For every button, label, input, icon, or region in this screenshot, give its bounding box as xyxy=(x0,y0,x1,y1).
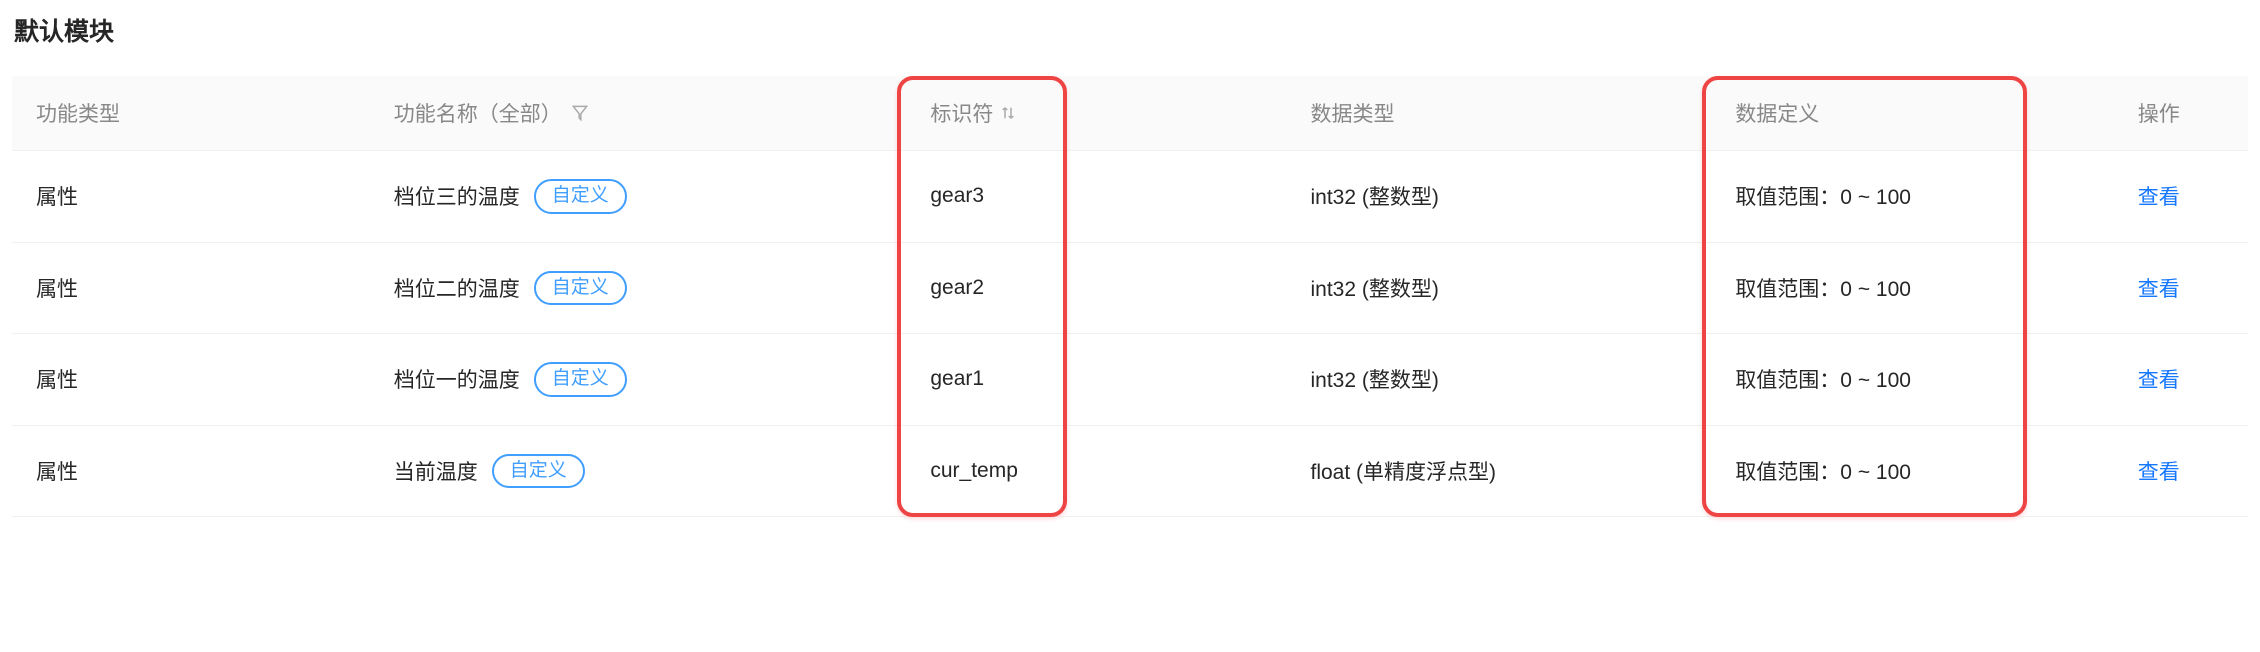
feature-name-text: 档位三的温度 xyxy=(394,181,520,211)
header-name-label: 功能名称（全部） xyxy=(394,98,562,128)
cell-definition: 取值范围：0 ~ 100 xyxy=(1711,151,2113,243)
cell-actions: 查看 xyxy=(2114,334,2248,426)
table-row: 属性档位二的温度自定义 gear2int32 (整数型)取值范围：0 ~ 100 查… xyxy=(12,242,2248,334)
header-datatype-label: 数据类型 xyxy=(1310,103,1394,126)
sort-icon[interactable] xyxy=(999,104,1017,122)
table-header-row: 功能类型 功能名称（全部） 标识符 xyxy=(12,76,2248,151)
cell-name: 档位二的温度自定义 xyxy=(370,242,907,334)
cell-identifier: cur_temp xyxy=(906,425,1286,517)
header-definition-label: 数据定义 xyxy=(1735,103,1819,126)
custom-badge[interactable]: 自定义 xyxy=(534,362,627,397)
view-link[interactable]: 查看 xyxy=(2138,278,2180,301)
cell-datatype: int32 (整数型) xyxy=(1286,334,1711,426)
cell-type: 属性 xyxy=(12,242,370,334)
cell-name: 当前温度自定义 xyxy=(370,425,907,517)
header-identifier-label: 标识符 xyxy=(930,98,993,128)
cell-datatype: int32 (整数型) xyxy=(1286,151,1711,243)
view-link[interactable]: 查看 xyxy=(2138,369,2180,392)
custom-badge[interactable]: 自定义 xyxy=(534,271,627,306)
table-row: 属性当前温度自定义 cur_tempfloat (单精度浮点型)取值范围：0 ~ … xyxy=(12,425,2248,517)
feature-name-text: 档位一的温度 xyxy=(394,364,520,394)
cell-actions: 查看 xyxy=(2114,151,2248,243)
table-container: 功能类型 功能名称（全部） 标识符 xyxy=(12,76,2248,517)
cell-actions: 查看 xyxy=(2114,242,2248,334)
cell-identifier: gear3 xyxy=(906,151,1286,243)
name-wrapper: 档位三的温度自定义 xyxy=(394,179,883,214)
feature-name-text: 档位二的温度 xyxy=(394,273,520,303)
header-type[interactable]: 功能类型 xyxy=(12,76,370,151)
custom-badge[interactable]: 自定义 xyxy=(534,179,627,214)
feature-name-text: 当前温度 xyxy=(394,456,478,486)
cell-definition: 取值范围：0 ~ 100 xyxy=(1711,242,2113,334)
feature-table: 功能类型 功能名称（全部） 标识符 xyxy=(12,76,2248,517)
header-identifier[interactable]: 标识符 xyxy=(906,76,1286,151)
cell-definition: 取值范围：0 ~ 100 xyxy=(1711,425,2113,517)
cell-type: 属性 xyxy=(12,334,370,426)
cell-type: 属性 xyxy=(12,425,370,517)
table-row: 属性档位三的温度自定义 gear3int32 (整数型)取值范围：0 ~ 100 查… xyxy=(12,151,2248,243)
custom-badge[interactable]: 自定义 xyxy=(492,454,585,489)
cell-definition: 取值范围：0 ~ 100 xyxy=(1711,334,2113,426)
header-identifier-content: 标识符 xyxy=(930,98,1017,128)
name-wrapper: 当前温度自定义 xyxy=(394,454,883,489)
name-wrapper: 档位二的温度自定义 xyxy=(394,271,883,306)
header-name-content: 功能名称（全部） xyxy=(394,98,590,128)
cell-name: 档位一的温度自定义 xyxy=(370,334,907,426)
cell-name: 档位三的温度自定义 xyxy=(370,151,907,243)
header-definition[interactable]: 数据定义 xyxy=(1711,76,2113,151)
header-datatype[interactable]: 数据类型 xyxy=(1286,76,1711,151)
cell-identifier: gear2 xyxy=(906,242,1286,334)
name-wrapper: 档位一的温度自定义 xyxy=(394,362,883,397)
cell-type: 属性 xyxy=(12,151,370,243)
header-actions-label: 操作 xyxy=(2138,103,2180,126)
cell-datatype: float (单精度浮点型) xyxy=(1286,425,1711,517)
section-title: 默认模块 xyxy=(12,12,2248,48)
view-link[interactable]: 查看 xyxy=(2138,461,2180,484)
table-body: 属性档位三的温度自定义gear3int32 (整数型)取值范围：0 ~ 100查… xyxy=(12,151,2248,517)
header-actions[interactable]: 操作 xyxy=(2114,76,2248,151)
cell-actions: 查看 xyxy=(2114,425,2248,517)
view-link[interactable]: 查看 xyxy=(2138,186,2180,209)
cell-identifier: gear1 xyxy=(906,334,1286,426)
filter-icon[interactable] xyxy=(570,103,590,123)
table-row: 属性档位一的温度自定义 gear1int32 (整数型)取值范围：0 ~ 100 查… xyxy=(12,334,2248,426)
header-type-label: 功能类型 xyxy=(36,103,120,126)
header-name[interactable]: 功能名称（全部） xyxy=(370,76,907,151)
cell-datatype: int32 (整数型) xyxy=(1286,242,1711,334)
